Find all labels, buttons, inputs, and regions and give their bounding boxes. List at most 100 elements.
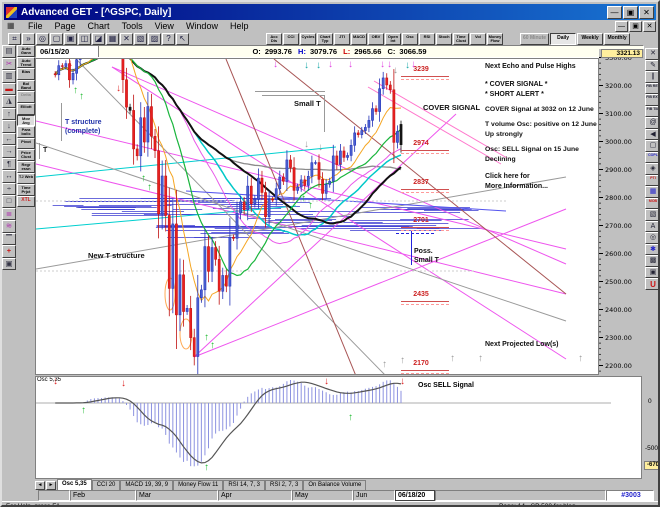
quotes-icon[interactable]: » — [22, 33, 35, 45]
study-toggle-button[interactable]: Delta — [17, 91, 35, 103]
study-toggle-button[interactable]: Time Prjct — [17, 184, 35, 196]
indicator-tab[interactable]: CCI 20 — [91, 480, 121, 490]
print-icon[interactable]: ▨ — [148, 33, 161, 45]
context-help-icon[interactable]: ↖ — [176, 33, 189, 45]
menu-item[interactable]: Chart — [82, 20, 116, 32]
diamond-icon[interactable]: ◈ — [645, 163, 658, 175]
ratio-icon[interactable]: ¶ — [2, 157, 16, 170]
projection-icon[interactable]: ▧ — [645, 209, 658, 221]
prev-page-icon[interactable]: ◫ — [78, 33, 91, 45]
tab-scroll-left[interactable]: ◄ — [35, 481, 45, 490]
study-toggle-button[interactable]: Pivot — [17, 137, 35, 150]
pencil-icon[interactable]: ✎ — [645, 59, 658, 71]
study-button[interactable]: Time Clust — [453, 33, 469, 45]
elliott-icon[interactable]: ◮ — [2, 95, 16, 108]
price-chart[interactable]: T structure (complete) T Small T New T stru… — [35, 58, 599, 375]
gann-lines-icon[interactable]: ≋ — [2, 220, 16, 233]
mdi-restore-button[interactable]: ▣ — [629, 20, 642, 32]
text-tool-icon[interactable]: A — [645, 220, 658, 232]
fib-extension-icon[interactable]: FIB EXT — [645, 94, 658, 106]
mdi-close-button[interactable]: ✕ — [643, 20, 656, 32]
crosshair-icon[interactable]: + — [2, 245, 16, 258]
fib-retrace-icon[interactable]: FIB RET — [645, 82, 658, 94]
arrow-up-icon[interactable]: ↑ — [2, 107, 16, 120]
delete-page-icon[interactable]: ✕ — [120, 33, 133, 45]
tab-scroll-right[interactable]: ► — [46, 481, 56, 490]
duplicate-icon[interactable]: ▣ — [645, 266, 658, 278]
pin-icon[interactable]: ⌗ — [8, 33, 21, 45]
menu-item[interactable]: Tools — [116, 20, 149, 32]
lines-icon[interactable]: ≣ — [2, 207, 16, 220]
study-toggle-button[interactable]: XTL — [17, 195, 35, 208]
restore-button[interactable]: ▣ — [623, 5, 638, 19]
undo-icon[interactable]: U — [645, 278, 658, 290]
indicator-tab[interactable]: RSI 14, 7, 3 — [223, 480, 265, 490]
gann-spiral-icon[interactable]: @ — [645, 117, 658, 129]
chart-window-icon[interactable]: ▣ — [2, 257, 16, 270]
menu-item[interactable]: View — [149, 20, 180, 32]
grid-icon[interactable]: ▦ — [645, 186, 658, 198]
compress-icon[interactable]: ÷ — [2, 182, 16, 195]
menu-item[interactable]: Window — [180, 20, 224, 32]
parallel-lines-icon[interactable]: ∥ — [645, 71, 658, 83]
period-button[interactable]: Daily — [550, 33, 577, 45]
study-button[interactable]: OBV — [368, 33, 384, 45]
next-page-icon[interactable]: ◪ — [92, 33, 105, 45]
arrow-right-icon[interactable]: → — [2, 145, 16, 158]
study-button[interactable]: MACD — [351, 33, 367, 45]
colors-icon[interactable]: ✱ — [645, 243, 658, 255]
study-toggle-button[interactable]: TJ Web — [17, 172, 35, 185]
menu-item[interactable]: File — [22, 20, 49, 32]
study-button[interactable]: Money Flow — [487, 33, 503, 45]
study-toggle-button[interactable]: Para bolic — [17, 126, 35, 138]
gann-fan-icon[interactable]: ◀ — [645, 128, 658, 140]
arrow-down-icon[interactable]: ↓ — [2, 120, 16, 133]
indicator-tab[interactable]: Money Flow 11 — [173, 480, 224, 490]
tjweb-icon[interactable]: ▔ — [2, 232, 16, 245]
menu-item[interactable]: Help — [224, 20, 255, 32]
study-toggle-button[interactable]: Bias — [17, 68, 35, 80]
study-button[interactable]: RSI — [419, 33, 435, 45]
period-button[interactable]: Weekly — [577, 33, 604, 45]
oscillator-panel[interactable]: Osc 5,35 Osc SELL Signal ↓ ↓ ↓ ↓ ↑ ↑ ↑ — [35, 376, 642, 479]
study-toggle-button[interactable]: Elliott — [17, 102, 35, 115]
close-button[interactable]: ✕ — [639, 5, 654, 19]
study-button[interactable]: Chart Typ — [317, 33, 333, 45]
copl-icon[interactable]: COPL — [645, 151, 658, 163]
copy-page-icon[interactable]: ▦ — [106, 33, 119, 45]
rectangle-icon[interactable]: ▢ — [645, 140, 658, 152]
study-toggle-button[interactable]: Mov Avg — [17, 114, 35, 127]
auto-run-icon[interactable]: ▥ — [2, 70, 16, 83]
scissors-icon[interactable]: ✂ — [2, 57, 16, 70]
indicator-tab[interactable]: RSI 2, 7, 3 — [265, 480, 304, 490]
open-page-icon[interactable]: ▣ — [64, 33, 77, 45]
zoom-icon[interactable]: ◎ — [36, 33, 49, 45]
mdi-minimize-button[interactable]: — — [615, 20, 628, 32]
title-bar[interactable]: Advanced GET - [^GSPC, Daily] — ▣ ✕ — [4, 4, 656, 20]
pti-icon[interactable]: PTI — [645, 174, 658, 186]
study-button[interactable]: Acc Dis — [266, 33, 282, 45]
magnify-icon[interactable]: ◎ — [645, 232, 658, 244]
study-button[interactable]: Osc — [402, 33, 418, 45]
study-button[interactable]: Open Int — [385, 33, 401, 45]
menu-item[interactable]: Page — [49, 20, 82, 32]
new-page-icon[interactable]: ▢ — [50, 33, 63, 45]
study-toggle-button[interactable]: Price Clust — [17, 149, 35, 161]
study-toggle-button[interactable]: Bol Band — [17, 79, 35, 92]
mob-icon[interactable]: MOB — [645, 197, 658, 209]
fib-time-icon[interactable]: FIB TIM — [645, 105, 658, 117]
period-button[interactable]: Monthly — [604, 33, 631, 45]
study-toggle-button[interactable]: Auto Gann — [17, 45, 35, 57]
study-toggle-button[interactable]: Auto Trend — [17, 56, 35, 69]
stop-icon[interactable]: ▬ — [2, 82, 16, 95]
arrow-left-icon[interactable]: ← — [2, 132, 16, 145]
indicator-tab[interactable]: Osc 5,35 — [57, 479, 92, 490]
indicator-tab[interactable]: On Balance Volume — [303, 480, 367, 490]
study-toggle-button[interactable]: Regr essn — [17, 160, 35, 173]
expand-icon[interactable]: ↔ — [2, 170, 16, 183]
hatch-icon[interactable]: ▩ — [645, 255, 658, 267]
study-button[interactable]: Vol — [470, 33, 486, 45]
period-button[interactable]: 60 Minute — [520, 33, 550, 45]
minimize-button[interactable]: — — [607, 5, 622, 19]
study-button[interactable]: Stoch — [436, 33, 452, 45]
